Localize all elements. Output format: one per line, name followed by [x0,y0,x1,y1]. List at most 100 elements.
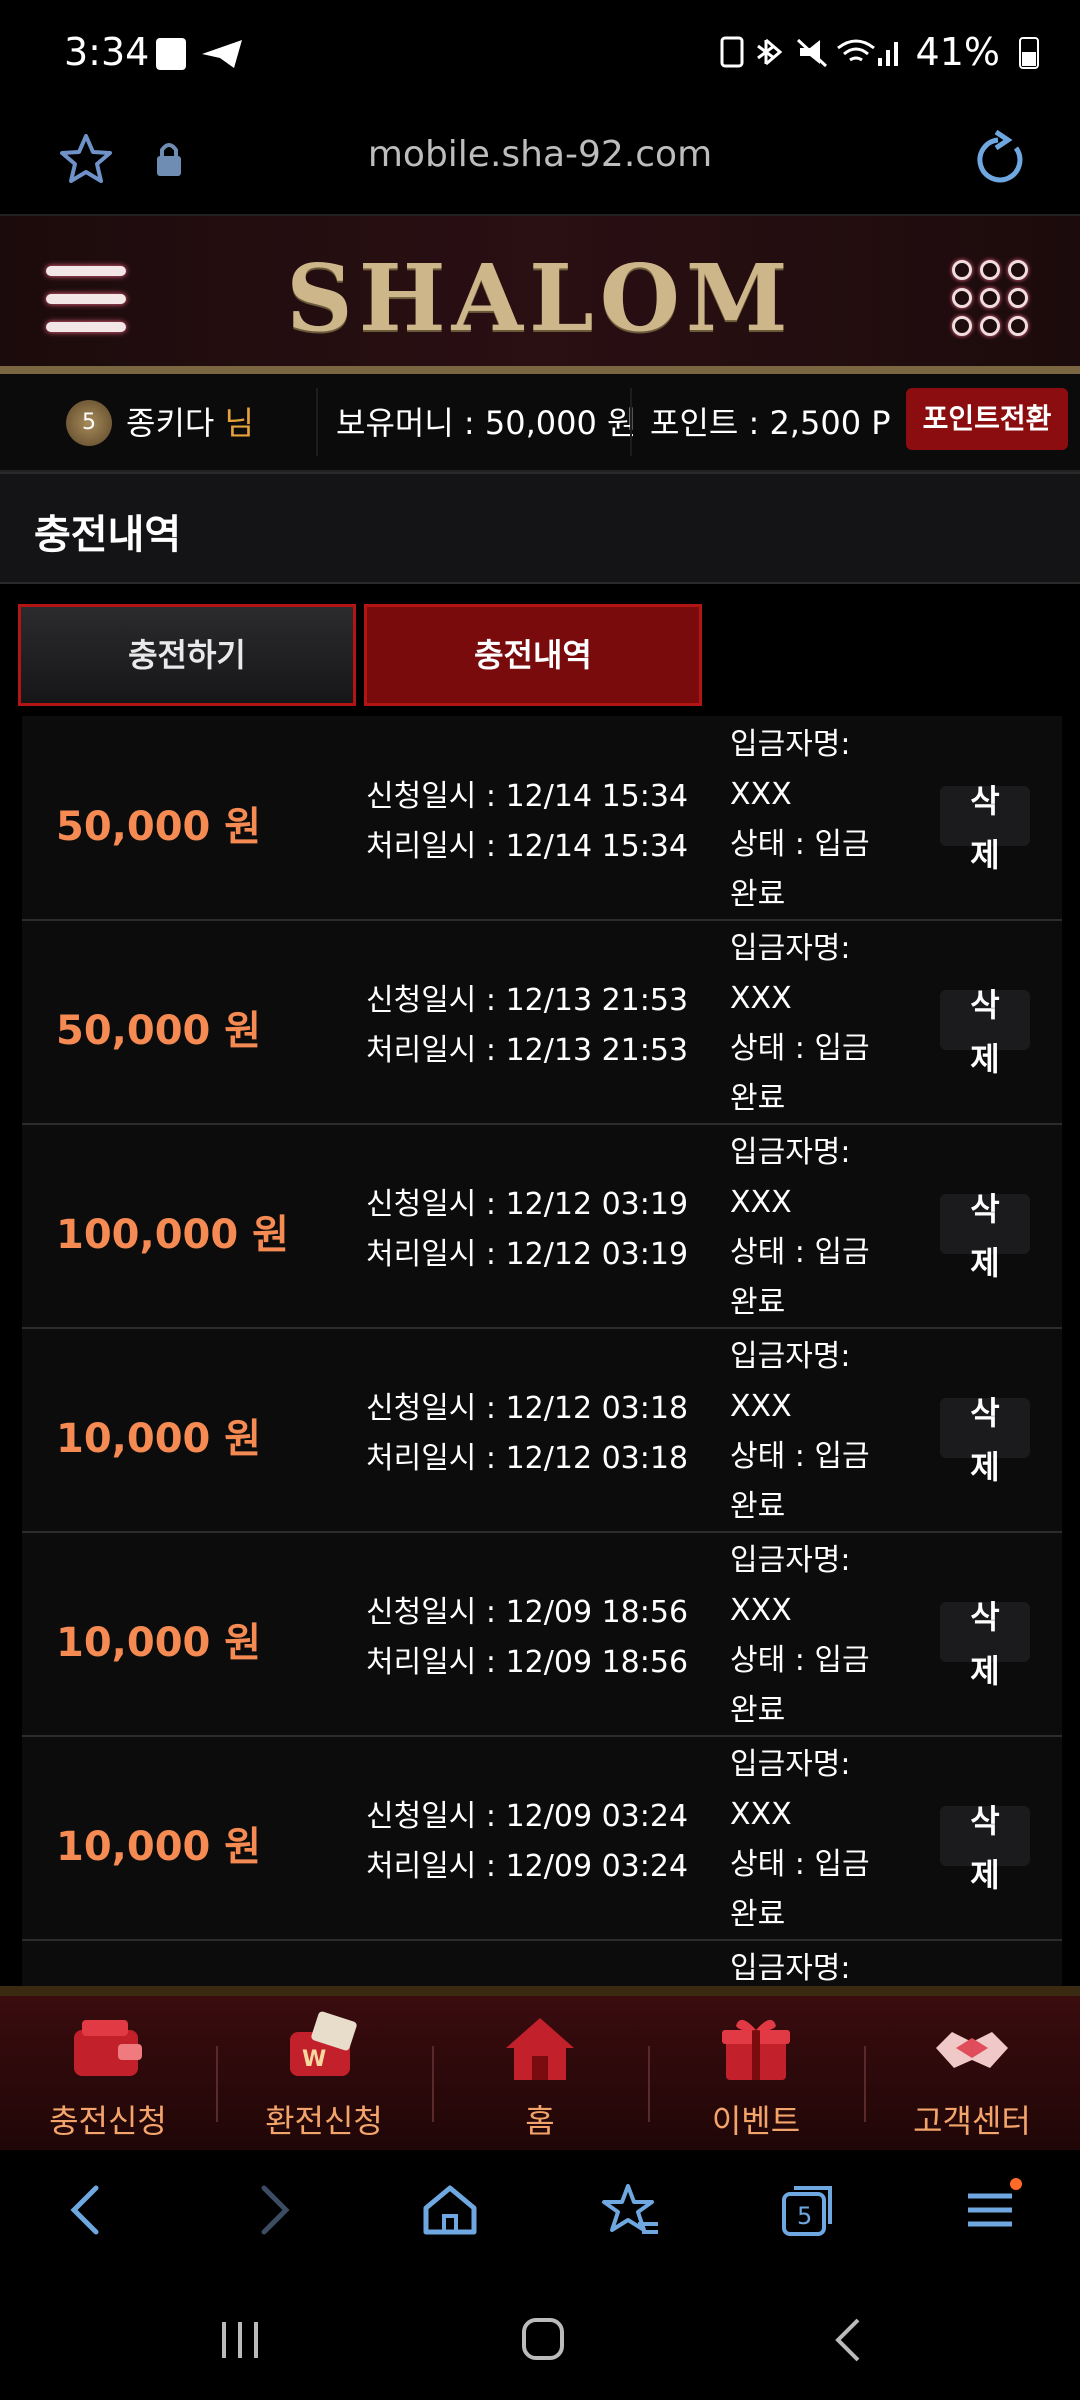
depositor-label: 입금자명: [730,1951,851,1986]
delete-label-1[interactable]: 삭 [940,1182,1030,1236]
record-requested: 신청일시 : 12/13 21:53 [366,983,689,1018]
forward-icon[interactable] [240,2178,304,2242]
gift-icon [722,2019,790,2080]
record-requested: 신청일시 : 12/12 03:18 [366,1391,689,1426]
nav-charge-request[interactable]: 충전신청 [0,1996,216,2146]
delete-label-2[interactable]: 제 [940,1236,1030,1290]
url-text[interactable]: mobile.sha-92.com [0,134,1080,175]
site-header: SHALOM [0,216,1080,374]
record-status: 상태 : 입금 [730,1235,870,1270]
delete-label-1[interactable]: 삭 [940,1590,1030,1644]
record-dates: 신청일시 : 12/09 03:24 처리일시 : 12/09 03:24 [366,1792,688,1892]
record-dates: 신청일시 : 12/12 03:18 처리일시 : 12/12 03:18 [366,1384,688,1484]
nav-exchange-request[interactable]: W 환전신청 [216,1996,432,2146]
delete-label-2[interactable]: 제 [940,1440,1030,1494]
table-row: 50,000 원 신청일시 : 12/13 21:53 처리일시 : 12/13… [22,920,1062,1125]
delete-button-label[interactable]: 삭 제 [940,1590,1030,1698]
delete-label-2[interactable]: 제 [940,828,1030,882]
tabs-icon[interactable]: 5 [776,2178,840,2242]
record-status: 상태 : 입금 [730,1439,870,1474]
tab-charge[interactable]: 충전하기 [18,604,356,706]
record-info: 입금자명: [730,1944,890,1986]
system-back-icon[interactable] [828,2316,868,2364]
depositor-name: XXX [730,777,792,812]
site-logo[interactable]: SHALOM [0,244,1080,352]
record-processed: 처리일시 : 12/13 21:53 [366,1033,689,1068]
android-nav-bar [0,2280,1080,2400]
nav-label: 환전신청 [265,2102,383,2140]
record-info: 입금자명: XXX 상태 : 입금 완료 [730,1536,890,1736]
exchange-wallet-icon: W [290,2011,357,2076]
record-dates: 신청일시 : 12/13 21:53 처리일시 : 12/13 21:53 [366,976,688,1076]
bookmarks-star-icon[interactable] [598,2178,662,2242]
record-info: 입금자명: XXX 상태 : 입금 완료 [730,720,890,920]
record-status-cont: 완료 [730,1693,786,1728]
tab-charge-history[interactable]: 충전내역 [364,604,702,706]
home-icon[interactable] [418,2178,482,2242]
record-status: 상태 : 입금 [730,827,870,862]
user-name: 종키다 님 [126,398,254,444]
record-dates: 신청일시 : 12/14 15:34 처리일시 : 12/14 15:34 [366,772,688,872]
record-status: 상태 : 입금 [730,1031,870,1066]
svg-text:W: W [302,2047,326,2072]
record-amount: 100,000 원 [56,1212,289,1258]
battery-icon [1019,37,1039,69]
record-status-cont: 완료 [730,1081,786,1116]
depositor-name: XXX [730,1593,792,1628]
delete-label-2[interactable]: 제 [940,1644,1030,1698]
delete-button-label[interactable]: 삭 제 [940,978,1030,1086]
status-icons [720,36,898,68]
depositor-name: XXX [730,1797,792,1832]
battery-percent: 41% [915,30,1000,74]
record-requested: 신청일시 : 12/09 18:56 [366,1595,689,1630]
delete-button-label[interactable]: 삭 제 [940,1182,1030,1290]
delete-label-1[interactable]: 삭 [940,774,1030,828]
delete-label-1[interactable]: 삭 [940,1794,1030,1848]
depositor-label: 입금자명: [730,727,851,762]
page-title: 충전내역 [34,512,182,558]
delete-button-label[interactable]: 삭 제 [940,1386,1030,1494]
home-icon [506,2018,574,2080]
record-processed: 처리일시 : 12/09 03:24 [366,1849,689,1884]
record-amount: 50,000 원 [56,804,262,850]
nav-label: 이벤트 [711,2102,801,2140]
depositor-label: 입금자명: [730,1339,851,1374]
nav-label: 홈 [525,2102,555,2140]
user-name-suffix: 님 [224,404,254,442]
record-processed: 처리일시 : 12/09 18:56 [366,1645,689,1680]
record-status: 상태 : 입금 [730,1643,870,1678]
record-status-cont: 완료 [730,1897,786,1932]
handshake-icon [936,2032,1008,2068]
balance-points: 포인트 : 2,500 P [650,404,891,442]
delete-button-label[interactable]: 삭 제 [940,1794,1030,1902]
point-convert-button[interactable]: 포인트전환 [906,388,1068,450]
delete-label-1[interactable]: 삭 [940,1386,1030,1440]
record-processed: 처리일시 : 12/12 03:19 [366,1237,689,1272]
telegram-icon [156,38,242,70]
back-icon[interactable] [56,2178,120,2242]
record-requested: 신청일시 : 12/12 03:19 [366,1187,689,1222]
nav-home[interactable]: 홈 [432,1996,648,2146]
record-requested: 신청일시 : 12/14 15:34 [366,779,689,814]
delete-label-1[interactable]: 삭 [940,978,1030,1032]
home-button-icon[interactable] [520,2316,566,2362]
nav-customer-center[interactable]: 고객센터 [864,1996,1080,2146]
status-right: 41% [718,30,1040,74]
nav-event[interactable]: 이벤트 [648,1996,864,2146]
grid-menu-icon[interactable] [952,260,1032,340]
depositor-name: XXX [730,981,792,1016]
user-name-text: 종키다 [126,404,215,442]
browser-url-bar: mobile.sha-92.com [0,110,1080,216]
record-amount: 10,000 원 [56,1620,262,1666]
delete-label-2[interactable]: 제 [940,1848,1030,1902]
depositor-label: 입금자명: [730,1747,851,1782]
depositor-name: XXX [730,1185,792,1220]
record-status-cont: 완료 [730,1285,786,1320]
delete-button-label[interactable]: 삭 제 [940,774,1030,882]
table-row: 10,000 원 신청일시 : 12/09 18:56 처리일시 : 12/09… [22,1532,1062,1737]
menu-icon[interactable] [958,2178,1022,2242]
delete-label-2[interactable]: 제 [940,1032,1030,1086]
recent-apps-icon[interactable] [218,2318,266,2362]
reload-icon[interactable] [968,128,1032,192]
table-row: 100,000 원 신청일시 : 12/12 03:19 처리일시 : 12/1… [22,1124,1062,1329]
